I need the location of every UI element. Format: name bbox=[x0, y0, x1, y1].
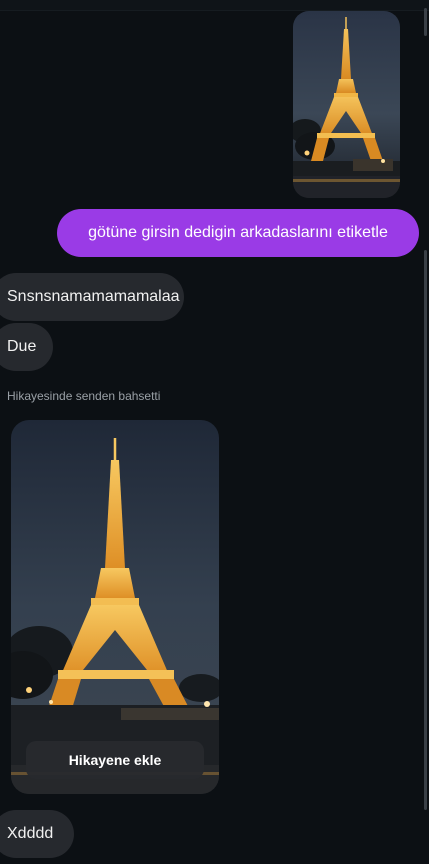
incoming-message-text: Snsnsnamamamamalaa bbox=[7, 288, 180, 305]
add-to-story-button[interactable]: Hikayene ekle bbox=[26, 741, 204, 779]
outgoing-message-text: götüne girsin dedigin arkadaslarını etik… bbox=[88, 224, 388, 241]
incoming-message-bubble[interactable]: Snsnsnamamamamalaa bbox=[0, 273, 184, 321]
outgoing-message-bubble[interactable]: götüne girsin dedigin arkadaslarını etik… bbox=[57, 209, 419, 257]
add-to-story-label: Hikayene ekle bbox=[68, 752, 162, 768]
story-mention-card[interactable] bbox=[11, 420, 219, 794]
story-mention-note: Hikayesinde senden bahsetti bbox=[7, 389, 161, 403]
incoming-message-bubble[interactable]: Due bbox=[0, 323, 53, 371]
scrollbar-thumb-top[interactable] bbox=[424, 8, 427, 36]
eiffel-tower-photo bbox=[293, 11, 400, 198]
incoming-message-text: Xdddd bbox=[7, 825, 54, 842]
scrollbar-thumb[interactable] bbox=[424, 250, 427, 810]
scrollbar[interactable] bbox=[423, 8, 427, 856]
incoming-message-bubble[interactable]: Xdddd bbox=[0, 810, 74, 858]
incoming-message-text: Due bbox=[7, 338, 37, 355]
eiffel-tower-photo bbox=[11, 420, 219, 794]
top-bar-edge bbox=[0, 0, 429, 11]
sent-photo[interactable] bbox=[293, 11, 400, 198]
